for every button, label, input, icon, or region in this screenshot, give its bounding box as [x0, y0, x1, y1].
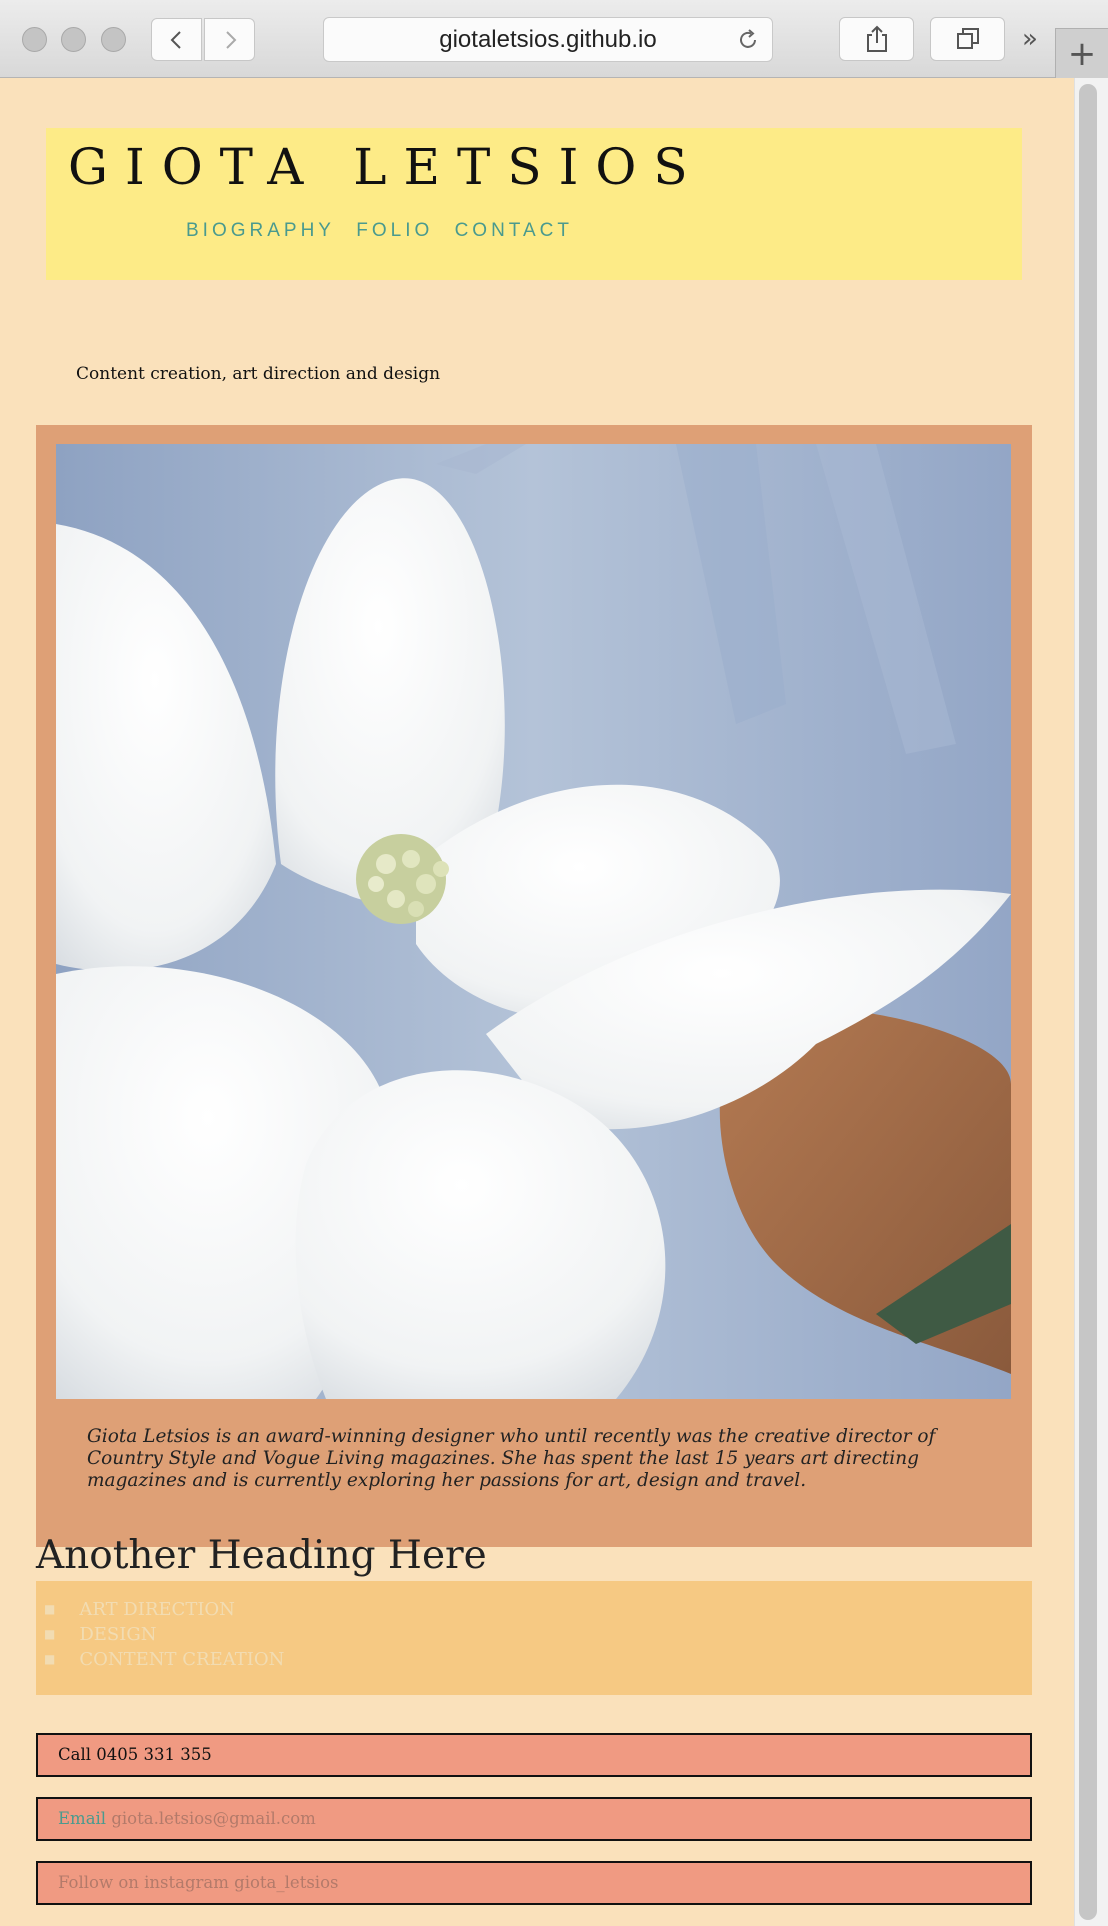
biography-text: Giota Letsios is an award-winning design… [87, 1426, 936, 1491]
back-button[interactable] [151, 18, 202, 61]
magnolia-image [56, 444, 1011, 1399]
services-list-box: ART DIRECTION DESIGN CONTENT CREATION [36, 1581, 1032, 1695]
magnolia-photo [56, 444, 1011, 1399]
tabs-icon [956, 28, 979, 49]
share-icon [866, 25, 887, 52]
chevron-left-icon [170, 30, 181, 49]
zoom-window-button[interactable] [101, 27, 126, 52]
forward-button[interactable] [204, 18, 255, 61]
tab-overview-button[interactable] [930, 17, 1005, 61]
close-window-button[interactable] [22, 27, 47, 52]
feature-section: Giota Letsios is an award-winning design… [36, 425, 1032, 1547]
nav-contact[interactable]: CONTACT [455, 220, 573, 241]
section-heading: Another Heading Here [36, 1533, 487, 1578]
call-link[interactable]: Call 0405 331 355 [36, 1733, 1032, 1777]
email-address: giota.letsios@gmail.com [111, 1809, 316, 1828]
browser-toolbar: giotaletsios.github.io » + [0, 0, 1108, 78]
nav-folio[interactable]: FOLIO [356, 220, 433, 241]
services-list: ART DIRECTION DESIGN CONTENT CREATION [44, 1597, 284, 1672]
more-tabs-icon[interactable]: » [1015, 24, 1045, 54]
url-text: giotaletsios.github.io [439, 25, 657, 53]
chevron-right-icon [225, 30, 236, 49]
reload-icon[interactable] [736, 28, 760, 52]
main-nav: BIOGRAPHY FOLIO CONTACT [186, 220, 585, 242]
email-label: Email [58, 1809, 107, 1828]
email-link[interactable]: Email giota.letsios@gmail.com [36, 1797, 1032, 1841]
new-tab-button[interactable]: + [1055, 28, 1108, 78]
instagram-link[interactable]: Follow on instagram giota_letsios [36, 1861, 1032, 1905]
list-item: CONTENT CREATION [44, 1647, 284, 1672]
share-button[interactable] [839, 17, 914, 61]
address-bar[interactable]: giotaletsios.github.io [323, 17, 773, 62]
scrollbar-thumb[interactable] [1079, 84, 1097, 1920]
tagline: Content creation, art direction and desi… [76, 364, 441, 384]
nav-biography[interactable]: BIOGRAPHY [186, 220, 335, 241]
list-item: DESIGN [44, 1622, 284, 1647]
site-header: GIOTA LETSIOS BIOGRAPHY FOLIO CONTACT [46, 128, 1022, 280]
site-title: GIOTA LETSIOS [68, 138, 705, 196]
list-item: ART DIRECTION [44, 1597, 284, 1622]
minimize-window-button[interactable] [61, 27, 86, 52]
web-page: GIOTA LETSIOS BIOGRAPHY FOLIO CONTACT Co… [0, 78, 1074, 1926]
